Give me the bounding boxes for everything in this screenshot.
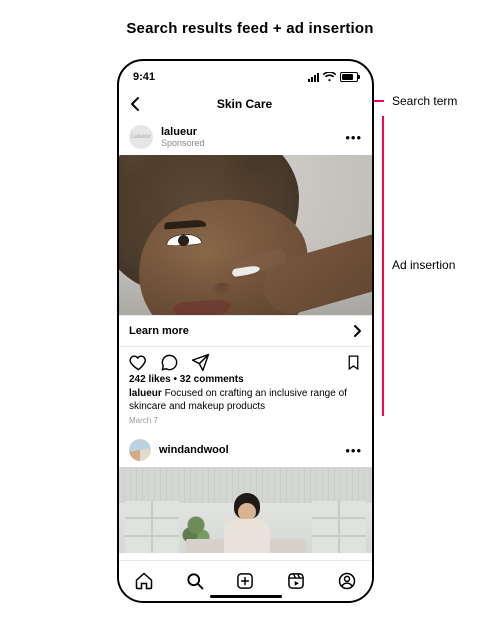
nav-home-button[interactable] [130,567,158,595]
chevron-right-icon [352,324,362,338]
nav-create-button[interactable] [231,567,259,595]
nav-search-button[interactable] [181,567,209,595]
nav-profile-button[interactable] [333,567,361,595]
search-results-header: Skin Care [119,89,372,119]
save-button[interactable] [345,353,362,372]
like-button[interactable] [129,353,148,372]
annotation-label-search-term: Search term [392,94,457,108]
back-button[interactable] [129,94,147,114]
ad-post-image[interactable] [119,155,372,315]
post2-more-button[interactable]: ••• [345,443,362,458]
ad-post-date: March 7 [119,413,372,433]
ad-caption-account[interactable]: lalueur [129,388,162,399]
comment-icon [160,353,179,372]
wifi-icon [323,72,336,82]
ad-cta-label: Learn more [129,325,189,337]
profile-icon [337,571,357,591]
post2-account-avatar[interactable] [129,439,151,461]
ad-likes-line[interactable]: 242 likes • 32 comments [119,374,372,385]
post2-header: windandwool ••• [119,433,372,467]
ad-post-more-button[interactable]: ••• [345,130,362,145]
heart-icon [129,353,148,372]
annotation-bar-ad-insertion [382,116,384,416]
ad-sponsored-label: Sponsored [161,138,205,149]
ad-cta-bar[interactable]: Learn more [119,315,372,347]
ad-action-row [119,347,372,374]
annotation-label-ad-insertion: Ad insertion [392,258,455,272]
plus-square-icon [235,571,255,591]
ad-post-header: Lalueur lalueur Sponsored ••• [119,119,372,155]
phone-device-frame: 9:41 Skin Care Lalueur lalueur [117,59,374,603]
bookmark-icon [345,353,362,372]
status-time: 9:41 [133,71,155,83]
post2-account-name[interactable]: windandwool [159,444,229,456]
ad-caption[interactable]: lalueur Focused on crafting an inclusive… [119,385,372,413]
ad-caption-text: Focused on crafting an inclusive range o… [129,388,347,412]
battery-icon [340,72,358,82]
comment-button[interactable] [160,353,179,372]
share-button[interactable] [191,353,210,372]
status-bar: 9:41 [119,61,372,89]
reels-icon [286,571,306,591]
post2-image[interactable] [119,467,372,553]
chevron-left-icon [129,96,141,112]
search-term-title[interactable]: Skin Care [147,97,362,111]
send-icon [191,353,210,372]
page-title: Search results feed + ad insertion [0,20,500,37]
search-icon [185,571,205,591]
cellular-signal-icon [308,73,319,82]
nav-reels-button[interactable] [282,567,310,595]
ad-account-avatar[interactable]: Lalueur [129,125,153,149]
ad-account-name[interactable]: lalueur [161,126,205,138]
bottom-nav [119,560,372,601]
feed-scroll-area[interactable]: Lalueur lalueur Sponsored ••• [119,119,372,561]
home-indicator [210,595,282,598]
home-icon [134,571,154,591]
